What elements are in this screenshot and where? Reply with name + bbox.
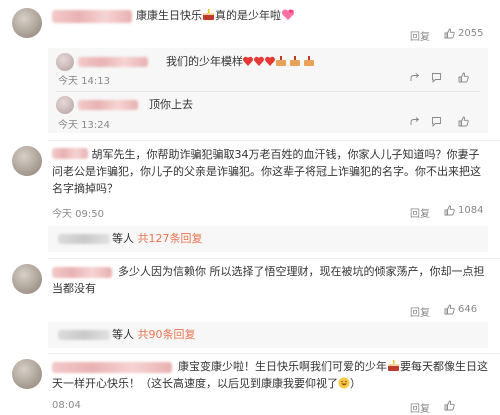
cake-emoji	[275, 55, 315, 67]
reply-button[interactable]: 回复	[410, 400, 430, 415]
timestamp: 今天 14:13	[58, 76, 110, 87]
avatar[interactable]	[12, 359, 42, 389]
blurred-username[interactable]	[52, 10, 132, 23]
blurred-username	[58, 330, 110, 340]
like-button[interactable]: 1084	[444, 205, 483, 216]
reply-icon	[431, 116, 442, 127]
reply-button[interactable]: 回复	[410, 28, 430, 43]
like-button[interactable]	[444, 400, 455, 411]
thumb-up-icon	[444, 28, 455, 39]
share-button[interactable]	[410, 116, 421, 127]
reply-count-link[interactable]: 共90条回复	[138, 328, 196, 341]
timestamp: 08:04	[52, 400, 81, 411]
comment-text: 胡军先生，你帮助诈骗犯骗取34万老百姓的血汗钱，你家人儿子知道吗？你妻子问老公是…	[52, 148, 481, 195]
sub-reply-text: 顶你上去	[149, 98, 193, 111]
thumb-up-icon	[444, 304, 455, 315]
thumb-up-icon	[444, 400, 455, 411]
blurred-username[interactable]	[78, 57, 148, 67]
comment-text: 康康生日快乐 真的是少年啦	[136, 7, 295, 24]
avatar[interactable]	[12, 8, 42, 38]
thumb-up-icon	[458, 116, 469, 127]
laughing-emoji	[338, 377, 350, 389]
like-button[interactable]	[458, 116, 469, 127]
reply-count-link[interactable]: 共127条回复	[138, 232, 203, 245]
thumb-up-icon	[458, 72, 469, 83]
thread-summary-text: 等人 共90条回复	[112, 328, 196, 341]
reply-button[interactable]: 回复	[410, 205, 430, 220]
reply-icon	[431, 72, 442, 83]
cake-emoji	[387, 359, 400, 372]
thread-summary[interactable]: 等人 共127条回复	[48, 226, 488, 252]
avatar[interactable]	[12, 146, 42, 176]
share-button[interactable]	[410, 72, 421, 83]
blurred-username[interactable]	[78, 100, 138, 110]
reply-button[interactable]	[431, 116, 442, 127]
like-button[interactable]: 2055	[444, 28, 483, 39]
hearts-emoji	[243, 55, 275, 67]
comment-text: 康宝变康少啦！生日快乐啊我们可爱的少年 要每天都像生日这天一样开心快乐！（这长高速…	[52, 359, 488, 390]
sub-reply-text: 我们的少年模样	[166, 53, 315, 70]
sub-reply-box: 我们的少年模样 今天 14:13 顶你上去 今天 13:24	[48, 48, 488, 133]
blurred-username	[58, 234, 110, 244]
timestamp: 今天 13:24	[58, 120, 110, 131]
share-icon	[410, 116, 421, 127]
like-button[interactable]: 646	[444, 304, 477, 315]
share-icon	[410, 72, 421, 83]
avatar[interactable]	[56, 53, 74, 71]
reply-button[interactable]	[431, 72, 442, 83]
thumb-up-icon	[444, 205, 455, 216]
cake-emoji	[202, 8, 215, 21]
reply-button[interactable]: 回复	[410, 304, 430, 319]
thread-summary-text: 等人 共127条回复	[112, 232, 203, 245]
avatar[interactable]	[12, 264, 42, 294]
blurred-username[interactable]	[52, 148, 88, 159]
avatar[interactable]	[56, 96, 74, 114]
thread-summary[interactable]: 等人 共90条回复	[48, 322, 488, 348]
comment-text: 多少人因为信赖你 所以选择了悟空理财，现在被坑的倾家荡产，你却一点担当都没有	[52, 265, 485, 295]
like-button[interactable]	[458, 72, 469, 83]
hearts-emoji	[281, 8, 295, 21]
timestamp: 今天 09:50	[52, 209, 104, 220]
